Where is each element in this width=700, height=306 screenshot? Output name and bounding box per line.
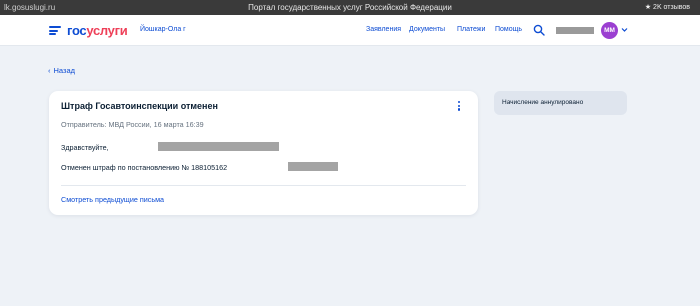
menu-icon[interactable] xyxy=(49,26,61,35)
logo-part-gos: гос xyxy=(67,23,87,38)
browser-top-bar: lk.gosuslugi.ru Портал государственных у… xyxy=(0,0,700,15)
logo-part-uslugi: услуги xyxy=(86,23,128,38)
back-label: Назад xyxy=(53,66,76,75)
redacted-name xyxy=(158,142,279,151)
browser-title: Портал государственных услуг Российской … xyxy=(248,3,452,12)
avatar[interactable]: ММ xyxy=(601,22,618,39)
nav-payments[interactable]: Платежи xyxy=(457,26,485,33)
reviews-badge[interactable]: ★ 2K отзывов xyxy=(645,3,690,11)
back-link[interactable]: ‹ Назад xyxy=(48,66,75,75)
redacted-number xyxy=(288,162,338,171)
previous-messages-link[interactable]: Смотреть предыдущие письма xyxy=(61,195,164,204)
nav-help[interactable]: Помощь xyxy=(495,26,522,33)
message-greeting: Здравствуйте, xyxy=(61,143,109,152)
gosuslugi-logo[interactable]: госуслуги xyxy=(67,23,128,38)
chevron-down-icon[interactable] xyxy=(621,27,628,33)
nav-applications[interactable]: Заявления xyxy=(366,26,401,33)
status-text: Начисление аннулировано xyxy=(502,99,584,106)
divider xyxy=(61,185,466,186)
chevron-left-icon: ‹ xyxy=(48,66,51,75)
message-sender: Отправитель: МВД России, 16 марта 16:39 xyxy=(61,120,204,129)
site-header: госуслуги Йошкар-Ола г Заявления Докумен… xyxy=(0,15,700,46)
message-title: Штраф Госавтоинспекции отменен xyxy=(61,101,218,111)
user-name-redacted xyxy=(556,27,594,34)
region-selector[interactable]: Йошкар-Ола г xyxy=(140,26,186,33)
more-options-icon[interactable] xyxy=(457,101,461,112)
search-icon[interactable] xyxy=(533,24,545,36)
message-card: Штраф Госавтоинспекции отменен Отправите… xyxy=(49,91,478,215)
status-panel: Начисление аннулировано xyxy=(494,91,627,115)
nav-documents[interactable]: Документы xyxy=(409,26,445,33)
message-body: Отменен штраф по постановлению № 1881051… xyxy=(61,163,228,172)
